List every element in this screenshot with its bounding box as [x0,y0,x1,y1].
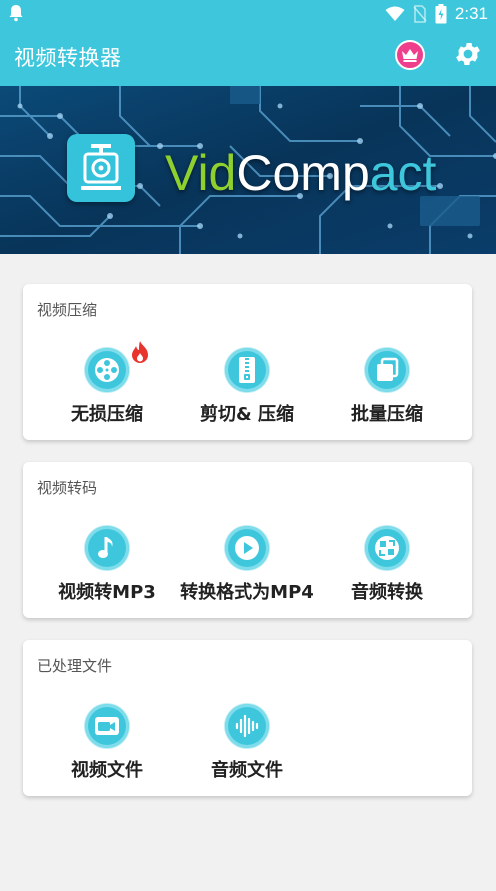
section-title: 已处理文件 [37,657,113,675]
brand-wordmark: VidCompact [165,144,436,202]
item-label: 剪切& 压缩 [200,404,294,425]
section-processed-files: 已处理文件 视频文件 音频文件 [23,640,472,796]
audio-wave-icon [235,714,259,738]
app-logo [67,134,135,202]
audio-files-button[interactable]: 音频文件 [177,692,317,792]
item-label: 无损压缩 [71,404,143,425]
battery-icon [435,4,447,24]
fire-icon [132,341,148,363]
convert-icon [375,536,399,560]
item-label: 音频转换 [351,582,423,603]
item-label: 视频转MP3 [58,582,156,603]
brand-act: act [369,145,437,201]
video-files-button[interactable]: 视频文件 [37,692,177,792]
item-label: 音频文件 [211,760,283,781]
cut-compress-button[interactable]: 剪切& 压缩 [177,336,317,436]
stack-icon [377,357,399,381]
gear-icon[interactable] [453,39,483,69]
convert-to-mp4-button[interactable]: 转换格式为MP4 [177,514,317,614]
item-label: 批量压缩 [351,404,423,425]
app-bar: 视频转换器 [0,28,496,86]
audio-convert-button[interactable]: 音频转换 [317,514,457,614]
lossless-compress-button[interactable]: 无损压缩 [37,336,177,436]
video-to-mp3-button[interactable]: 视频转MP3 [37,514,177,614]
play-icon [235,536,259,560]
wifi-icon [385,6,405,21]
section-title: 视频转码 [37,479,98,497]
app-title: 视频转换器 [14,46,122,70]
zip-icon [239,357,255,383]
film-reel-icon [95,358,119,382]
section-title: 视频压缩 [37,301,98,319]
brand-comp: Comp [236,145,370,201]
status-time: 2:31 [454,4,488,23]
batch-compress-button[interactable]: 批量压缩 [317,336,457,436]
notification-bell-icon [9,5,23,22]
video-camera-icon [95,717,119,735]
no-sim-icon [413,5,427,23]
item-label: 转换格式为MP4 [180,582,314,603]
section-video-compress: 视频压缩 无损压缩 剪切& 压缩 批量压缩 [23,284,472,440]
crown-icon [402,49,418,62]
item-label: 视频文件 [71,760,143,781]
brand-vid: Vid [165,145,237,201]
status-icons: 2:31 [385,3,488,25]
status-bar: 2:31 [0,0,496,28]
music-note-icon [98,537,113,558]
section-video-transcode: 视频转码 视频转MP3 转换格式为MP4 音频转换 [23,462,472,618]
premium-crown-button[interactable] [395,40,425,70]
promo-banner[interactable]: VidCompact [0,86,496,254]
video-compress-logo-icon [81,144,121,190]
